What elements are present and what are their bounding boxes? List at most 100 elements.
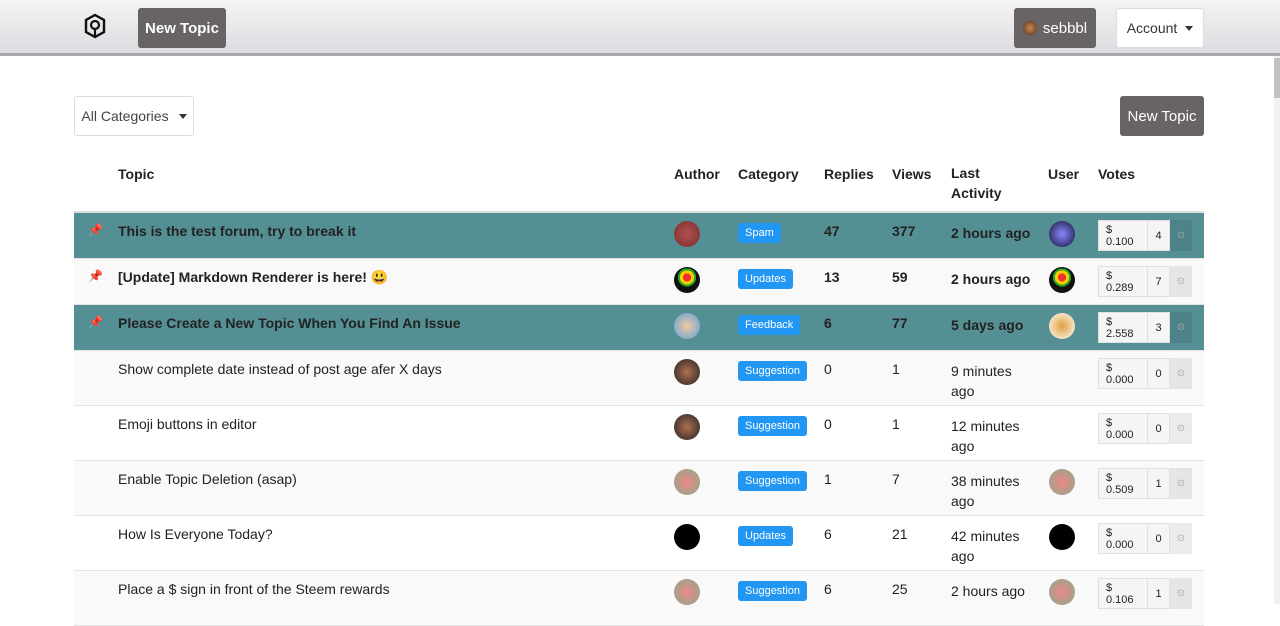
replies-count: 1 <box>824 471 832 487</box>
category-filter-dropdown[interactable]: All Categories <box>74 96 194 136</box>
upvote-icon[interactable]: ⊙ <box>1170 266 1192 297</box>
table-row[interactable]: 📌 This is the test forum, try to break i… <box>74 213 1204 259</box>
username: sebbbl <box>1042 19 1088 37</box>
account-label: Account <box>1126 20 1178 36</box>
upvote-icon[interactable]: ⊙ <box>1170 220 1192 251</box>
scrollbar[interactable] <box>1274 56 1280 604</box>
last-user-avatar[interactable] <box>1049 469 1075 495</box>
last-activity: 2 hours ago <box>951 271 1031 287</box>
topic-title-link[interactable]: [Update] Markdown Renderer is here! 😃 <box>118 269 658 286</box>
vote-widget: $ 0.000 0 ⊙ <box>1098 358 1192 389</box>
payout-amount: $ 0.100 <box>1098 220 1148 251</box>
payout-amount: $ 0.000 <box>1098 358 1148 389</box>
replies-count: 6 <box>824 581 832 597</box>
topic-title-link[interactable]: This is the test forum, try to break it <box>118 223 658 239</box>
upvote-icon[interactable]: ⊙ <box>1170 413 1192 444</box>
table-row[interactable]: 📌 Please Create a New Topic When You Fin… <box>74 305 1204 351</box>
vote-count: 1 <box>1148 578 1170 609</box>
category-badge[interactable]: Suggestion <box>738 361 808 381</box>
vote-widget: $ 0.000 0 ⊙ <box>1098 413 1192 444</box>
table-row[interactable]: Emoji buttons in editor Suggestion 0 1 1… <box>74 406 1204 461</box>
author-avatar[interactable] <box>674 414 700 440</box>
last-activity: 42 minutes ago <box>951 528 1020 564</box>
category-badge[interactable]: Feedback <box>738 315 801 335</box>
col-user: User <box>1048 166 1080 182</box>
new-topic-button[interactable]: New Topic <box>1120 96 1204 136</box>
views-count: 1 <box>892 361 900 377</box>
last-activity: 5 days ago <box>951 317 1024 333</box>
author-avatar[interactable] <box>674 267 700 293</box>
last-activity: 9 minutes ago <box>951 363 1012 399</box>
table-row[interactable]: Enable Topic Deletion (asap) Suggestion … <box>74 461 1204 516</box>
replies-count: 0 <box>824 361 832 377</box>
vote-widget: $ 0.106 1 ⊙ <box>1098 578 1192 609</box>
author-avatar[interactable] <box>674 359 700 385</box>
topic-title-link[interactable]: Enable Topic Deletion (asap) <box>118 471 658 487</box>
avatar <box>1022 21 1037 35</box>
logo-icon[interactable] <box>83 13 107 39</box>
topic-title-link[interactable]: Please Create a New Topic When You Find … <box>118 315 658 331</box>
category-badge[interactable]: Suggestion <box>738 581 808 601</box>
views-count: 7 <box>892 471 900 487</box>
topic-title-link[interactable]: Emoji buttons in editor <box>118 416 658 432</box>
views-count: 1 <box>892 416 900 432</box>
last-user-avatar[interactable] <box>1049 221 1075 247</box>
table-row[interactable]: Show complete date instead of post age a… <box>74 351 1204 406</box>
category-badge[interactable]: Spam <box>738 223 781 243</box>
views-count: 59 <box>892 269 908 285</box>
vote-count: 1 <box>1148 468 1170 499</box>
table-header: Topic Author Category Replies Views Last… <box>74 160 1204 213</box>
vote-count: 3 <box>1148 312 1170 343</box>
pin-icon: 📌 <box>88 315 103 329</box>
col-category: Category <box>738 166 799 182</box>
vote-widget: $ 2.558 3 ⊙ <box>1098 312 1192 343</box>
caret-down-icon <box>1185 25 1194 31</box>
author-avatar[interactable] <box>674 221 700 247</box>
col-topic: Topic <box>118 166 155 182</box>
author-avatar[interactable] <box>674 524 700 550</box>
category-badge[interactable]: Updates <box>738 269 793 289</box>
col-votes: Votes <box>1098 166 1136 182</box>
col-views: Views <box>892 166 932 182</box>
last-activity: 2 hours ago <box>951 583 1025 599</box>
last-user-avatar[interactable] <box>1049 313 1075 339</box>
replies-count: 6 <box>824 526 832 542</box>
upvote-icon[interactable]: ⊙ <box>1170 468 1192 499</box>
replies-count: 13 <box>824 269 840 285</box>
last-user-avatar[interactable] <box>1049 267 1075 293</box>
topic-title-link[interactable]: Show complete date instead of post age a… <box>118 361 658 377</box>
last-activity: 12 minutes ago <box>951 418 1020 454</box>
payout-amount: $ 0.000 <box>1098 413 1148 444</box>
table-row[interactable]: 📌 [Update] Markdown Renderer is here! 😃 … <box>74 259 1204 305</box>
vote-count: 0 <box>1148 413 1170 444</box>
author-avatar[interactable] <box>674 469 700 495</box>
upvote-icon[interactable]: ⊙ <box>1170 358 1192 389</box>
topic-list: 📌 This is the test forum, try to break i… <box>74 213 1204 626</box>
replies-count: 6 <box>824 315 832 331</box>
topic-title-link[interactable]: Place a $ sign in front of the Steem rew… <box>118 581 658 597</box>
account-dropdown[interactable]: Account <box>1116 8 1204 48</box>
category-filter-label: All Categories <box>81 108 169 124</box>
category-badge[interactable]: Updates <box>738 526 793 546</box>
views-count: 77 <box>892 315 908 331</box>
col-replies: Replies <box>824 166 874 182</box>
views-count: 21 <box>892 526 908 542</box>
nav-new-topic-button[interactable]: New Topic <box>138 8 226 48</box>
last-user-avatar[interactable] <box>1049 579 1075 605</box>
author-avatar[interactable] <box>674 579 700 605</box>
user-profile-button[interactable]: sebbbl <box>1014 8 1096 48</box>
topic-title-link[interactable]: How Is Everyone Today? <box>118 526 658 542</box>
upvote-icon[interactable]: ⊙ <box>1170 578 1192 609</box>
author-avatar[interactable] <box>674 313 700 339</box>
upvote-icon[interactable]: ⊙ <box>1170 312 1192 343</box>
payout-amount: $ 2.558 <box>1098 312 1148 343</box>
last-user-avatar[interactable] <box>1049 524 1075 550</box>
vote-widget: $ 0.000 0 ⊙ <box>1098 523 1192 554</box>
category-badge[interactable]: Suggestion <box>738 471 808 491</box>
category-badge[interactable]: Suggestion <box>738 416 808 436</box>
table-row[interactable]: Place a $ sign in front of the Steem rew… <box>74 571 1204 626</box>
table-row[interactable]: How Is Everyone Today? Updates 6 21 42 m… <box>74 516 1204 571</box>
upvote-icon[interactable]: ⊙ <box>1170 523 1192 554</box>
views-count: 377 <box>892 223 916 239</box>
last-activity: 38 minutes ago <box>951 473 1020 509</box>
